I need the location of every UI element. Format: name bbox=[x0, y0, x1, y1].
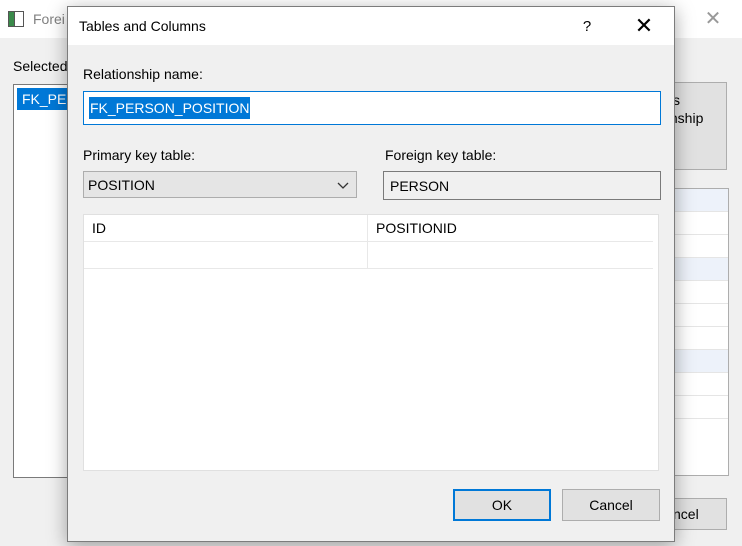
foreign-key-table-label: Foreign key table: bbox=[385, 147, 497, 163]
relationship-listbox[interactable]: FK_PER bbox=[13, 84, 77, 478]
relationship-name-input[interactable]: FK_PERSON_POSITION bbox=[83, 91, 661, 125]
column-mapping-grid[interactable]: ID POSITIONID bbox=[83, 214, 659, 471]
primary-column-cell[interactable] bbox=[84, 242, 368, 268]
foreign-key-table-value: PERSON bbox=[390, 178, 450, 194]
background-cancel-button[interactable]: ncel bbox=[673, 498, 727, 530]
relationship-name-value: FK_PERSON_POSITION bbox=[89, 97, 251, 119]
background-close-icon[interactable]: ✕ bbox=[700, 6, 726, 32]
grid-row bbox=[673, 212, 728, 235]
table-row[interactable]: ID POSITIONID bbox=[84, 215, 653, 242]
dialog-titlebar: Tables and Columns ? ✕ bbox=[68, 7, 674, 45]
button-label-line: ionship bbox=[673, 110, 704, 126]
cancel-button[interactable]: Cancel bbox=[562, 489, 660, 521]
button-label-line: s bbox=[673, 92, 680, 108]
grid-row bbox=[673, 327, 728, 350]
grid-row bbox=[673, 281, 728, 304]
grid-row bbox=[673, 189, 728, 212]
button-label-fragment: s ionship bbox=[673, 91, 703, 127]
grid-row bbox=[673, 304, 728, 327]
dialog-title: Tables and Columns bbox=[79, 18, 206, 34]
primary-key-table-select[interactable]: POSITION bbox=[83, 171, 357, 198]
grid-row bbox=[673, 396, 728, 419]
foreign-column-cell[interactable] bbox=[368, 242, 653, 268]
primary-column-cell[interactable]: ID bbox=[84, 215, 368, 241]
tables-and-columns-dialog: Tables and Columns ? ✕ Relationship name… bbox=[67, 6, 675, 542]
primary-key-table-value: POSITION bbox=[88, 177, 155, 193]
new-relationship-button[interactable]: s ionship bbox=[673, 82, 727, 170]
grid-row bbox=[673, 373, 728, 396]
window-icon bbox=[8, 11, 24, 27]
background-window-title: Forei bbox=[33, 11, 65, 27]
primary-key-table-label: Primary key table: bbox=[83, 147, 196, 163]
close-icon[interactable]: ✕ bbox=[630, 13, 658, 41]
selected-label: Selected bbox=[13, 58, 68, 74]
relationship-name-label: Relationship name: bbox=[83, 66, 203, 82]
grid-row bbox=[673, 350, 728, 373]
foreign-column-cell[interactable]: POSITIONID bbox=[368, 215, 653, 241]
chevron-down-icon bbox=[337, 182, 349, 189]
grid-row bbox=[673, 258, 728, 281]
grid-row bbox=[673, 235, 728, 258]
help-icon[interactable]: ? bbox=[573, 13, 601, 41]
properties-grid[interactable] bbox=[673, 188, 729, 476]
foreign-key-table-field: PERSON bbox=[383, 171, 661, 200]
ok-button[interactable]: OK bbox=[453, 489, 551, 521]
table-row[interactable] bbox=[84, 242, 653, 269]
